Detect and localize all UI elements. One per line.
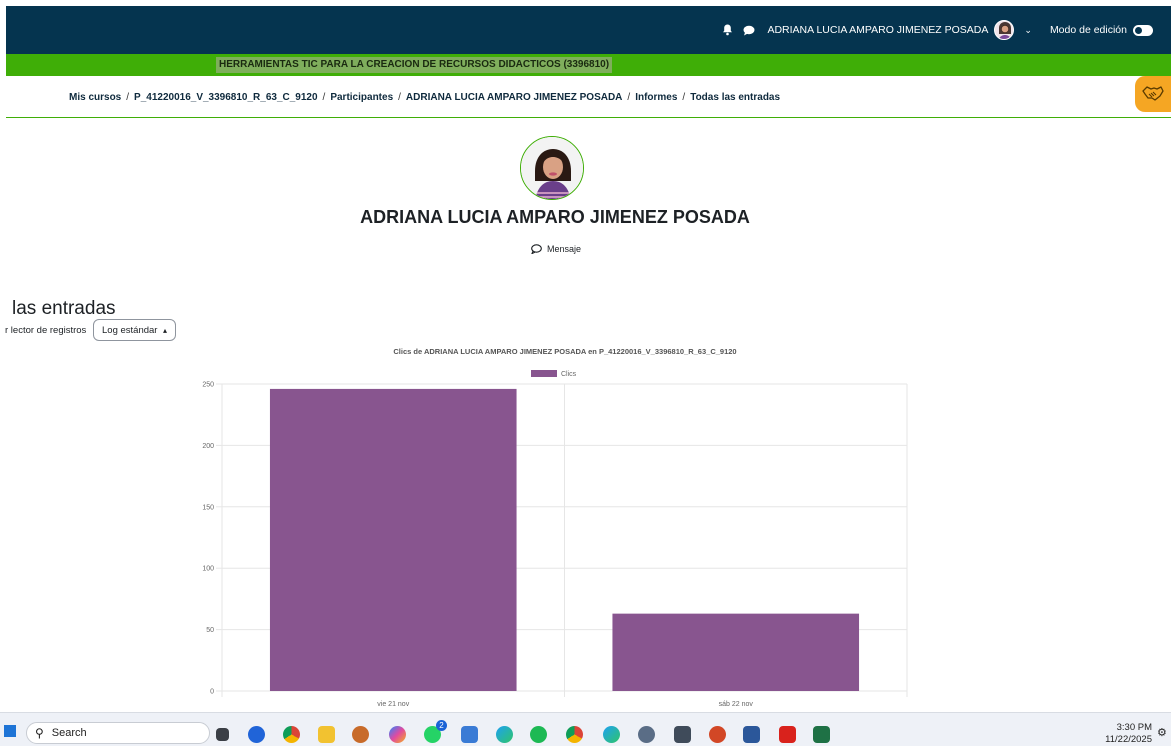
y-tick-label: 50 bbox=[206, 627, 214, 634]
breadcrumb-item-participants[interactable]: Participantes bbox=[330, 92, 393, 103]
log-reader-select-value: Log estándar bbox=[102, 324, 158, 336]
settings-icon[interactable] bbox=[638, 726, 655, 743]
windows-start-icon[interactable] bbox=[4, 725, 16, 737]
log-reader-select[interactable]: Log estándar ▴︎ bbox=[93, 319, 176, 341]
message-icon bbox=[531, 244, 542, 254]
app-icon[interactable] bbox=[461, 726, 478, 743]
breadcrumb-separator: / bbox=[322, 92, 326, 103]
notification-badge: 2 bbox=[436, 720, 447, 731]
spotify-icon[interactable] bbox=[530, 726, 547, 743]
edge-icon[interactable] bbox=[496, 726, 513, 743]
user-menu-name[interactable]: ADRIANA LUCIA AMPARO JIMENEZ POSADA bbox=[767, 24, 988, 36]
breadcrumb-separator: / bbox=[126, 92, 130, 103]
edit-mode-label: Modo de edición bbox=[1049, 24, 1127, 36]
taskbar: ⚲ Search 2 3:30 PM 11/22/2025 ⚙ bbox=[0, 712, 1171, 746]
x-tick-label: vie 21 nov bbox=[377, 701, 409, 708]
log-reader-label: r lector de registros bbox=[5, 325, 87, 336]
chevron-down-icon[interactable]: ⌄ bbox=[1024, 25, 1032, 36]
acrobat-icon[interactable] bbox=[779, 726, 796, 743]
breadcrumb-item-user[interactable]: ADRIANA LUCIA AMPARO JIMENEZ POSADA bbox=[406, 92, 622, 103]
breadcrumb: Mis cursos / P_41220016_V_3396810_R_63_C_9… bbox=[69, 92, 780, 103]
app-icon[interactable] bbox=[352, 726, 369, 743]
clock-date: 11/22/2025 bbox=[1105, 734, 1152, 745]
y-tick-label: 250 bbox=[202, 382, 214, 389]
x-tick-label: sáb 22 nov bbox=[719, 701, 754, 708]
page-heading: las entradas bbox=[12, 297, 116, 319]
word-icon[interactable] bbox=[743, 726, 760, 743]
breadcrumb-separator: / bbox=[682, 92, 686, 103]
powerpoint-icon[interactable] bbox=[709, 726, 726, 743]
navbar-user-area: ADRIANA LUCIA AMPARO JIMENEZ POSADA ⌄ Mo… bbox=[722, 6, 1171, 54]
edge-icon[interactable] bbox=[603, 726, 620, 743]
bell-icon[interactable] bbox=[722, 24, 733, 36]
app-icon[interactable] bbox=[248, 726, 265, 743]
taskbar-search[interactable]: ⚲ Search bbox=[26, 722, 210, 744]
bar-sáb-22-nov bbox=[612, 613, 860, 691]
breadcrumb-separator: / bbox=[627, 92, 631, 103]
breadcrumb-item-course[interactable]: P_41220016_V_3396810_R_63_C_9120 bbox=[134, 92, 318, 103]
taskbar-clock[interactable]: 3:30 PM 11/22/2025 bbox=[1100, 722, 1152, 746]
top-navbar: ADRIANA LUCIA AMPARO JIMENEZ POSADA ⌄ Mo… bbox=[6, 6, 1171, 54]
bar-vie-21-nov bbox=[269, 388, 517, 691]
user-avatar[interactable] bbox=[994, 20, 1015, 40]
profile-avatar bbox=[520, 136, 584, 200]
handshake-icon bbox=[1142, 86, 1164, 101]
taskbar-search-placeholder: Search bbox=[51, 727, 87, 739]
task-view-icon[interactable] bbox=[216, 728, 229, 741]
file-explorer-icon[interactable] bbox=[318, 726, 335, 743]
chart-title: Clics de ADRIANA LUCIA AMPARO JIMENEZ PO… bbox=[393, 347, 736, 356]
edit-mode-toggle[interactable] bbox=[1133, 24, 1153, 36]
notification-bell-icon[interactable]: ⚙ bbox=[1157, 726, 1167, 739]
help-button[interactable] bbox=[1135, 76, 1171, 112]
legend-swatch bbox=[531, 370, 557, 377]
y-tick-label: 0 bbox=[210, 689, 214, 696]
search-icon: ⚲ bbox=[35, 726, 44, 740]
course-bar: HERRAMIENTAS TIC PARA LA CREACION DE REC… bbox=[6, 54, 1171, 76]
sort-arrows-icon: ▴︎ bbox=[162, 325, 167, 335]
excel-icon[interactable] bbox=[813, 726, 830, 743]
clicks-chart: Clics de ADRIANA LUCIA AMPARO JIMENEZ PO… bbox=[202, 347, 908, 708]
chat-icon[interactable] bbox=[743, 25, 755, 36]
y-tick-label: 100 bbox=[202, 566, 214, 573]
copilot-icon[interactable] bbox=[389, 726, 406, 743]
profile-name: ADRIANA LUCIA AMPARO JIMENEZ POSADA bbox=[360, 207, 750, 227]
message-button[interactable]: Mensaje bbox=[531, 244, 581, 254]
header-divider bbox=[6, 117, 1171, 118]
breadcrumb-item-my-courses[interactable]: Mis cursos bbox=[69, 92, 121, 103]
calculator-icon[interactable] bbox=[674, 726, 691, 743]
breadcrumb-item-reports[interactable]: Informes bbox=[635, 92, 677, 103]
course-title[interactable]: HERRAMIENTAS TIC PARA LA CREACION DE REC… bbox=[216, 57, 613, 73]
clock-time: 3:30 PM bbox=[1116, 722, 1152, 733]
message-label: Mensaje bbox=[547, 244, 582, 254]
y-tick-label: 150 bbox=[202, 504, 214, 511]
breadcrumb-item-all-entries: Todas las entradas bbox=[690, 92, 781, 103]
y-tick-label: 200 bbox=[202, 443, 214, 450]
chrome-icon[interactable] bbox=[283, 726, 300, 743]
chrome-icon[interactable] bbox=[566, 726, 583, 743]
legend-label: Clics bbox=[561, 371, 577, 378]
breadcrumb-separator: / bbox=[398, 92, 401, 103]
